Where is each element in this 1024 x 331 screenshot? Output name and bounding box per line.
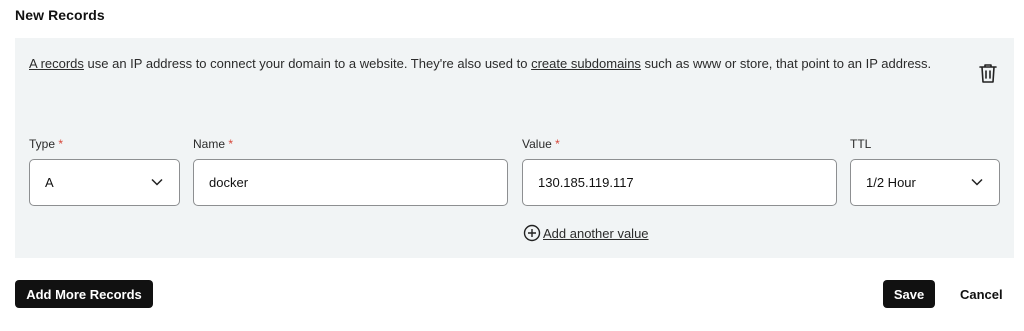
- type-select[interactable]: A: [29, 159, 180, 206]
- section-title: New Records: [15, 7, 105, 23]
- description-text-2: such as www or store, that point to an I…: [640, 56, 932, 71]
- add-another-value-label: Add another value: [543, 225, 649, 241]
- record-panel: A records use an IP address to connect y…: [15, 38, 1014, 258]
- ttl-label: TTL: [850, 137, 872, 151]
- value-value: 130.185.119.117: [538, 175, 634, 190]
- record-description: A records use an IP address to connect y…: [29, 53, 949, 74]
- trash-icon: [979, 64, 997, 83]
- required-mark: *: [58, 137, 64, 151]
- type-label: Type *: [29, 137, 64, 151]
- chevron-down-icon: [151, 178, 163, 186]
- save-button[interactable]: Save: [883, 280, 935, 308]
- cancel-button[interactable]: Cancel: [960, 287, 1003, 302]
- name-value: docker: [209, 175, 249, 190]
- name-label: Name *: [193, 137, 234, 151]
- ttl-value: 1/2 Hour: [866, 175, 916, 190]
- value-input[interactable]: 130.185.119.117: [522, 159, 837, 206]
- add-more-records-button[interactable]: Add More Records: [15, 280, 153, 308]
- ttl-select[interactable]: 1/2 Hour: [850, 159, 1000, 206]
- create-subdomains-link[interactable]: create subdomains: [531, 56, 641, 71]
- value-label: Value *: [522, 137, 560, 151]
- add-another-value-button[interactable]: Add another value: [523, 224, 649, 242]
- chevron-down-icon: [971, 178, 983, 186]
- plus-circle-icon: [523, 224, 541, 242]
- required-mark: *: [555, 137, 560, 151]
- delete-record-button[interactable]: [978, 62, 998, 84]
- required-mark: *: [228, 137, 234, 151]
- description-text-1: use an IP address to connect your domain…: [83, 56, 532, 71]
- a-records-link[interactable]: A records: [29, 56, 84, 71]
- type-value: A: [45, 175, 54, 190]
- name-input[interactable]: docker: [193, 159, 508, 206]
